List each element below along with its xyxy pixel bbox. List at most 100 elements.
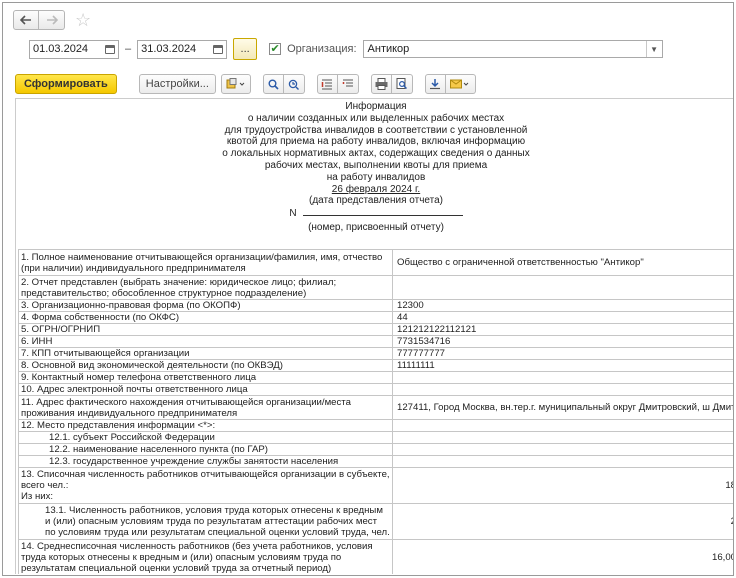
- row-value: [392, 443, 733, 456]
- row-value: [392, 419, 733, 432]
- row-value: [392, 371, 733, 384]
- row-label: 11. Адрес фактического нахождения отчиты…: [18, 395, 393, 420]
- search-next-icon: [288, 79, 300, 90]
- report-number-prefix: N: [289, 208, 297, 220]
- expand-groups-icon: [321, 78, 333, 90]
- arrow-left-icon: [20, 15, 32, 25]
- table-row: 5. ОГРН/ОГРНИП 121212122112121: [18, 323, 733, 336]
- chevron-down-icon[interactable]: ▼: [645, 41, 662, 57]
- organization-field[interactable]: Антикор ▼: [362, 40, 663, 58]
- preview-button[interactable]: [391, 74, 413, 94]
- row-label: 10. Адрес электронной почты ответственно…: [18, 383, 393, 396]
- print-button[interactable]: [370, 74, 392, 94]
- date-from-field[interactable]: 01.03.2024: [29, 39, 119, 59]
- variants-icon: [226, 78, 246, 90]
- row-value: 18: [392, 467, 733, 504]
- group-toggle: [316, 74, 359, 94]
- row-label: 8. Основной вид экономической деятельнос…: [18, 359, 393, 372]
- settings-button[interactable]: Настройки...: [138, 74, 216, 94]
- table-row: 11. Адрес фактического нахождения отчиты…: [18, 395, 733, 420]
- organization-label: Организация:: [287, 43, 357, 55]
- calendar-icon[interactable]: [213, 44, 224, 54]
- print-group: [370, 74, 413, 94]
- report-date: 26 февраля 2024 г.: [331, 183, 421, 195]
- row-value: 7731534716: [392, 335, 733, 348]
- report-header: Информация о наличии созданных или выдел…: [16, 101, 733, 234]
- find-button[interactable]: [262, 74, 284, 94]
- find-next-button[interactable]: [283, 74, 305, 94]
- table-row: 12.3. государственное учреждение службы …: [18, 455, 733, 468]
- print-preview-icon: [396, 78, 408, 90]
- row-value: 44: [392, 311, 733, 324]
- organization-checkbox[interactable]: ✔: [269, 43, 282, 55]
- row-label: 5. ОГРН/ОГРНИП: [18, 323, 393, 336]
- arrow-right-icon: [46, 15, 58, 25]
- collapse-groups-button[interactable]: [337, 74, 359, 94]
- row-value: [392, 275, 733, 300]
- row-value: 11111111: [392, 359, 733, 372]
- row-label: 13. Списочная численность работников отч…: [18, 467, 393, 504]
- settings-label: Настройки...: [145, 78, 209, 90]
- report-number-blank: [302, 207, 463, 217]
- send-email-button[interactable]: [445, 74, 476, 94]
- forward-button[interactable]: [39, 10, 65, 30]
- row-label: 3. Организационно-правовая форма (по ОКО…: [18, 299, 393, 312]
- date-to-value: 31.03.2024: [141, 43, 197, 55]
- row-value: [392, 455, 733, 468]
- navigation-bar: ☆: [13, 9, 91, 31]
- row-value: 127411, Город Москва, вн.тер.г. муниципа…: [392, 395, 733, 420]
- row-value: 16,00: [392, 539, 733, 574]
- row-label: 13.1. Численность работников, условия тр…: [18, 503, 393, 540]
- envelope-icon: [450, 78, 470, 90]
- period-bar: 01.03.2024 – 31.03.2024 ... ✔ Организаци…: [29, 38, 663, 60]
- row-label: 12.1. субъект Российской Федерации: [18, 431, 393, 444]
- save-button[interactable]: [424, 74, 446, 94]
- table-row: 12.1. субъект Российской Федерации: [18, 431, 733, 444]
- expand-groups-button[interactable]: [316, 74, 338, 94]
- star-icon[interactable]: ☆: [75, 11, 91, 29]
- table-row: 3. Организационно-правовая форма (по ОКО…: [18, 299, 733, 312]
- table-row: 4. Форма собственности (по ОКФС) 44: [18, 311, 733, 324]
- table-row: 9. Контактный номер телефона ответственн…: [18, 371, 733, 384]
- row-label: 9. Контактный номер телефона ответственн…: [18, 371, 393, 384]
- choose-period-button[interactable]: ...: [233, 38, 258, 60]
- table-row: 13. Списочная численность работников отч…: [18, 467, 733, 504]
- row-value: [392, 383, 733, 396]
- export-group: [424, 74, 476, 94]
- generate-button[interactable]: Сформировать: [15, 74, 117, 94]
- row-value: 121212122112121: [392, 323, 733, 336]
- row-label: 14. Среднесписочная численность работник…: [18, 539, 393, 574]
- table-row: 6. ИНН 7731534716: [18, 335, 733, 348]
- table-row: 12. Место представления информации <*>:: [18, 419, 733, 432]
- search-icon: [268, 79, 279, 90]
- report-document[interactable]: Информация о наличии созданных или выдел…: [15, 98, 733, 574]
- report-table: 1. Полное наименование отчитывающейся ор…: [18, 249, 733, 574]
- report-title-line-1: Информация: [345, 101, 407, 112]
- date-from-value: 01.03.2024: [33, 43, 89, 55]
- table-row: 2. Отчет представлен (выбрать значение: …: [18, 275, 733, 300]
- report-title-line-4: квотой для приема на работу инвалидов, в…: [226, 136, 526, 148]
- search-group: [262, 74, 305, 94]
- report-title-line-5: о локальных нормативных актах, содержащи…: [222, 148, 530, 160]
- date-to-field[interactable]: 31.03.2024: [137, 39, 228, 59]
- collapse-groups-icon: [342, 78, 354, 90]
- printer-icon: [375, 78, 388, 90]
- variants-menu-button[interactable]: [220, 74, 251, 94]
- table-row: 7. КПП отчитывающейся организации 777777…: [18, 347, 733, 360]
- report-window: ☆ 01.03.2024 – 31.03.2024 ... ✔ Организа…: [2, 2, 734, 576]
- row-label: 12.3. государственное учреждение службы …: [18, 455, 393, 468]
- row-label: 12. Место представления информации <*>:: [18, 419, 393, 432]
- calendar-icon[interactable]: [105, 44, 115, 54]
- report-title-line-6: рабочих местах, выполнении квоты для при…: [264, 159, 488, 171]
- report-date-caption: (дата представления отчета): [309, 195, 443, 207]
- row-label: 6. ИНН: [18, 335, 393, 348]
- row-label: 4. Форма собственности (по ОКФС): [18, 311, 393, 324]
- back-button[interactable]: [13, 10, 39, 30]
- row-value: [392, 431, 733, 444]
- row-value: 2: [392, 503, 733, 540]
- report-number-caption: (номер, присвоенный отчету): [308, 221, 444, 233]
- report-title-line-3: для трудоустройства инвалидов в соответс…: [224, 124, 528, 136]
- report-title-line-7: на работу инвалидов: [326, 171, 426, 183]
- row-label-sub: Из них:: [21, 491, 54, 502]
- row-value: Общество с ограниченной ответственностью…: [392, 249, 733, 276]
